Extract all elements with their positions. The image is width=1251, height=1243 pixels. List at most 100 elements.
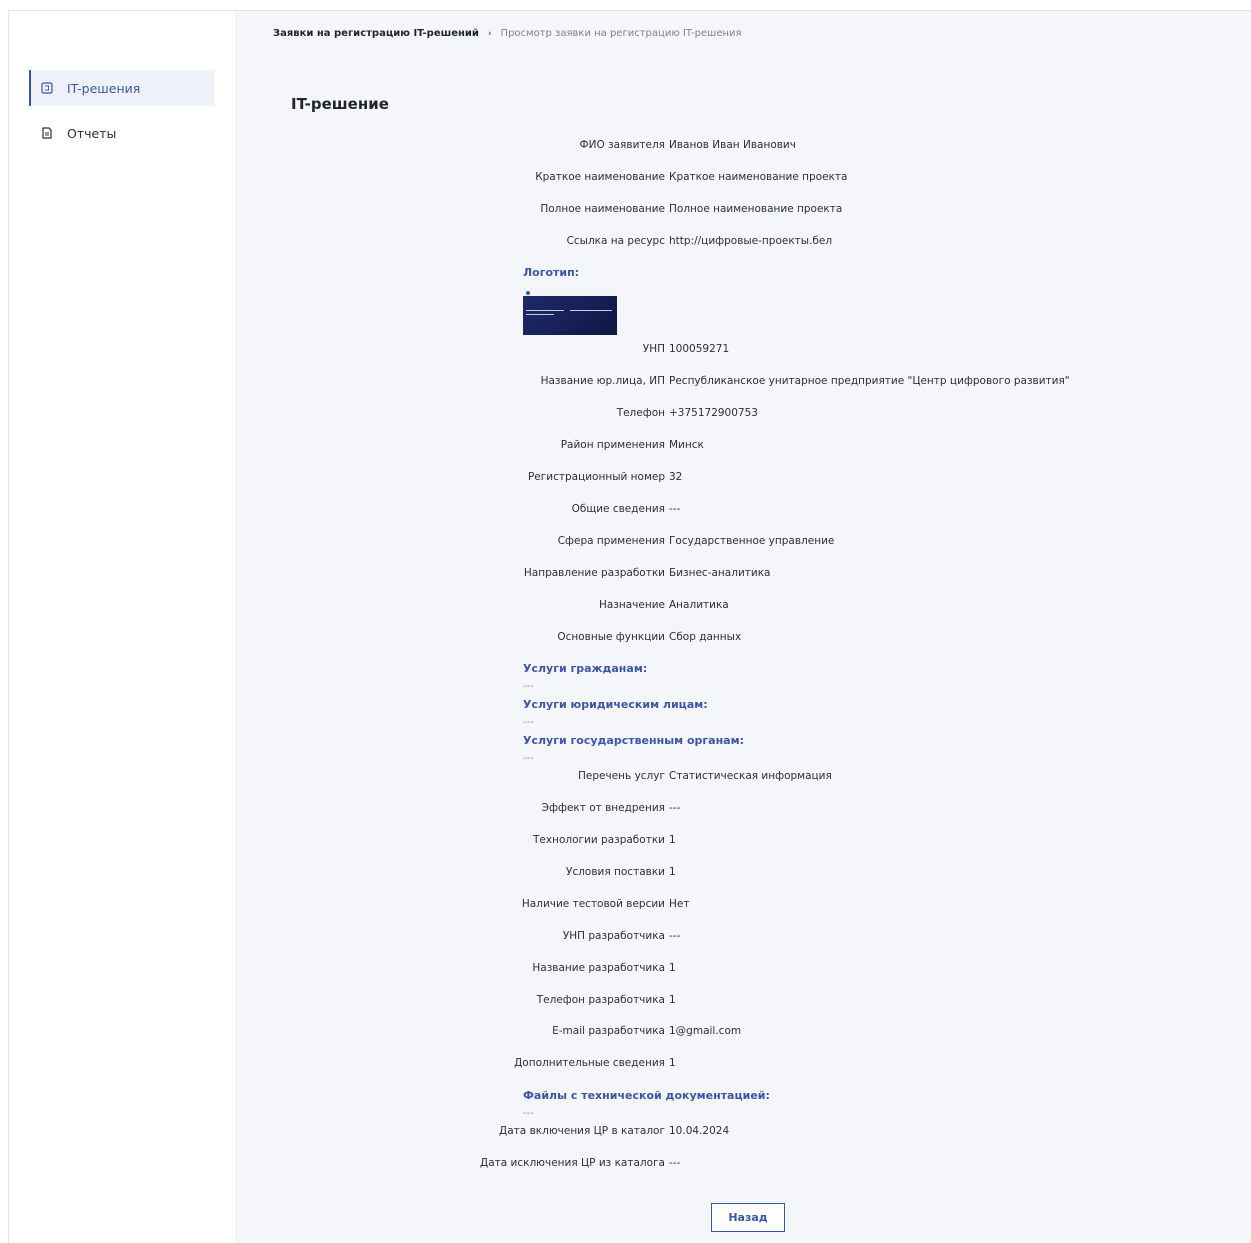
field-value: Аналитика	[669, 599, 729, 611]
field-value: ---	[669, 503, 681, 515]
field-label: E-mail разработчика	[552, 1025, 665, 1037]
field-purpose: Назначение Аналитика	[238, 599, 1251, 617]
field-catalog-in: Дата включения ЦР в каталог 10.04.2024	[238, 1125, 1251, 1143]
field-value: Сбор данных	[669, 631, 742, 643]
field-value: +375172900753	[669, 407, 758, 419]
main-content: Заявки на регистрацию IT-решений › Просм…	[238, 11, 1251, 1243]
field-dev-name: Название разработчика 1	[238, 962, 1251, 980]
citizens-services-value: ---	[523, 681, 534, 692]
field-label: Основные функции	[557, 631, 665, 643]
field-phone: Телефон +375172900753	[238, 407, 1251, 425]
field-applicant: ФИО заявителя Иванов Иван Иванович	[238, 139, 1251, 157]
breadcrumb: Заявки на регистрацию IT-решений › Просм…	[273, 28, 742, 39]
field-value: 1	[669, 962, 676, 974]
field-value: 1	[669, 1057, 676, 1069]
field-general-info: Общие сведения ---	[238, 503, 1251, 521]
legal-services-value: ---	[523, 717, 534, 728]
field-direction: Направление разработки Бизнес-аналитика	[238, 567, 1251, 585]
field-legal-name: Название юр.лица, ИП Республиканское уни…	[238, 375, 1251, 393]
field-label: Район применения	[560, 439, 665, 451]
field-catalog-out: Дата исключения ЦР из каталога ---	[238, 1157, 1251, 1175]
field-short-name: Краткое наименование Краткое наименовани…	[238, 171, 1251, 189]
field-label: Краткое наименование	[535, 171, 665, 183]
field-additional: Дополнительные сведения 1	[238, 1057, 1251, 1075]
government-services-title: Услуги государственным органам:	[523, 734, 744, 747]
breadcrumb-current: Просмотр заявки на регистрацию IT-решени…	[500, 28, 742, 39]
field-label: УНП разработчика	[562, 930, 665, 942]
field-label: Сфера применения	[557, 535, 665, 547]
sidebar: IT-решения Отчеты	[9, 11, 237, 1243]
field-dev-unp: УНП разработчика ---	[238, 930, 1251, 948]
box-icon	[41, 82, 53, 94]
field-label: Наличие тестовой версии	[521, 898, 665, 910]
sidebar-item-it-solutions[interactable]: IT-решения	[29, 70, 214, 106]
field-label: Общие сведения	[571, 503, 665, 515]
field-services-list: Перечень услуг Статистическая информация	[238, 770, 1251, 788]
field-label: Название юр.лица, ИП	[540, 375, 665, 387]
field-sphere: Сфера применения Государственное управле…	[238, 535, 1251, 553]
field-value: Статистическая информация	[669, 770, 832, 782]
field-label: Условия поставки	[566, 866, 665, 878]
field-value: http://цифровые-проекты.бел	[669, 235, 833, 247]
field-value: Полное наименование проекта	[669, 203, 843, 215]
field-effect: Эффект от внедрения ---	[238, 802, 1251, 820]
legal-services-title: Услуги юридическим лицам:	[523, 698, 708, 711]
field-full-name: Полное наименование Полное наименование …	[238, 203, 1251, 221]
field-label: Полное наименование	[540, 203, 665, 215]
field-dev-phone: Телефон разработчика 1	[238, 994, 1251, 1012]
field-label: Регистрационный номер	[527, 471, 665, 483]
field-value: 10.04.2024	[669, 1125, 730, 1137]
sidebar-item-reports[interactable]: Отчеты	[29, 115, 214, 151]
breadcrumb-link-applications[interactable]: Заявки на регистрацию IT-решений	[273, 28, 479, 39]
field-value: 1	[669, 834, 676, 846]
government-services-value: ---	[523, 753, 534, 764]
field-label: Дата включения ЦР в каталог	[499, 1125, 665, 1137]
field-label: Эффект от внедрения	[541, 802, 665, 814]
field-value: Государственное управление	[669, 535, 835, 547]
field-label: Дополнительные сведения	[514, 1057, 665, 1069]
field-value: Республиканское унитарное предприятие "Ц…	[669, 375, 1070, 387]
field-label: УНП	[642, 343, 665, 355]
field-value: ---	[669, 930, 681, 942]
field-label: Телефон	[616, 407, 665, 419]
field-dev-email: E-mail разработчика 1@gmail.com	[238, 1025, 1251, 1043]
field-label: Перечень услуг	[578, 770, 665, 782]
field-value: ---	[669, 802, 681, 814]
logo-section-title: Логотип:	[523, 266, 580, 279]
sidebar-item-label: IT-решения	[67, 80, 141, 96]
field-resource-link: Ссылка на ресурс http://цифровые-проекты…	[238, 235, 1251, 253]
app-frame: IT-решения Отчеты Заявки на регистрацию …	[8, 10, 1251, 1243]
field-delivery: Условия поставки 1	[238, 866, 1251, 884]
field-value: 1	[669, 994, 676, 1006]
field-reg-number: Регистрационный номер 32	[238, 471, 1251, 489]
field-test-version: Наличие тестовой версии Нет	[238, 898, 1251, 916]
field-label: Телефон разработчика	[536, 994, 665, 1006]
page-title: IT-решение	[291, 95, 389, 113]
field-district: Район применения Минск	[238, 439, 1251, 457]
field-label: Дата исключения ЦР из каталога	[479, 1157, 665, 1169]
back-button[interactable]: Назад	[711, 1203, 785, 1232]
field-label: Технологии разработки	[533, 834, 665, 846]
logo-image	[523, 290, 617, 335]
field-value: 100059271	[669, 343, 730, 355]
field-value: 1	[669, 866, 676, 878]
field-value: Бизнес-аналитика	[669, 567, 771, 579]
citizens-services-title: Услуги гражданам:	[523, 662, 648, 675]
field-unp: УНП 100059271	[238, 343, 1251, 361]
field-value: ---	[669, 1157, 681, 1169]
field-label: Назначение	[598, 599, 665, 611]
field-value: 32	[669, 471, 683, 483]
files-section-value: ---	[523, 1108, 534, 1119]
field-technologies: Технологии разработки 1	[238, 834, 1251, 852]
field-value: Краткое наименование проекта	[669, 171, 848, 183]
chevron-right-icon: ›	[487, 28, 492, 39]
field-value: Иванов Иван Иванович	[669, 139, 796, 151]
field-main-functions: Основные функции Сбор данных	[238, 631, 1251, 649]
sidebar-item-label: Отчеты	[67, 125, 117, 141]
document-icon	[41, 127, 53, 139]
field-label: ФИО заявителя	[579, 139, 665, 151]
field-value: Нет	[669, 898, 690, 910]
field-value: 1@gmail.com	[669, 1025, 742, 1037]
field-label: Ссылка на ресурс	[566, 235, 665, 247]
files-section-title: Файлы с технической документацией:	[523, 1089, 770, 1102]
